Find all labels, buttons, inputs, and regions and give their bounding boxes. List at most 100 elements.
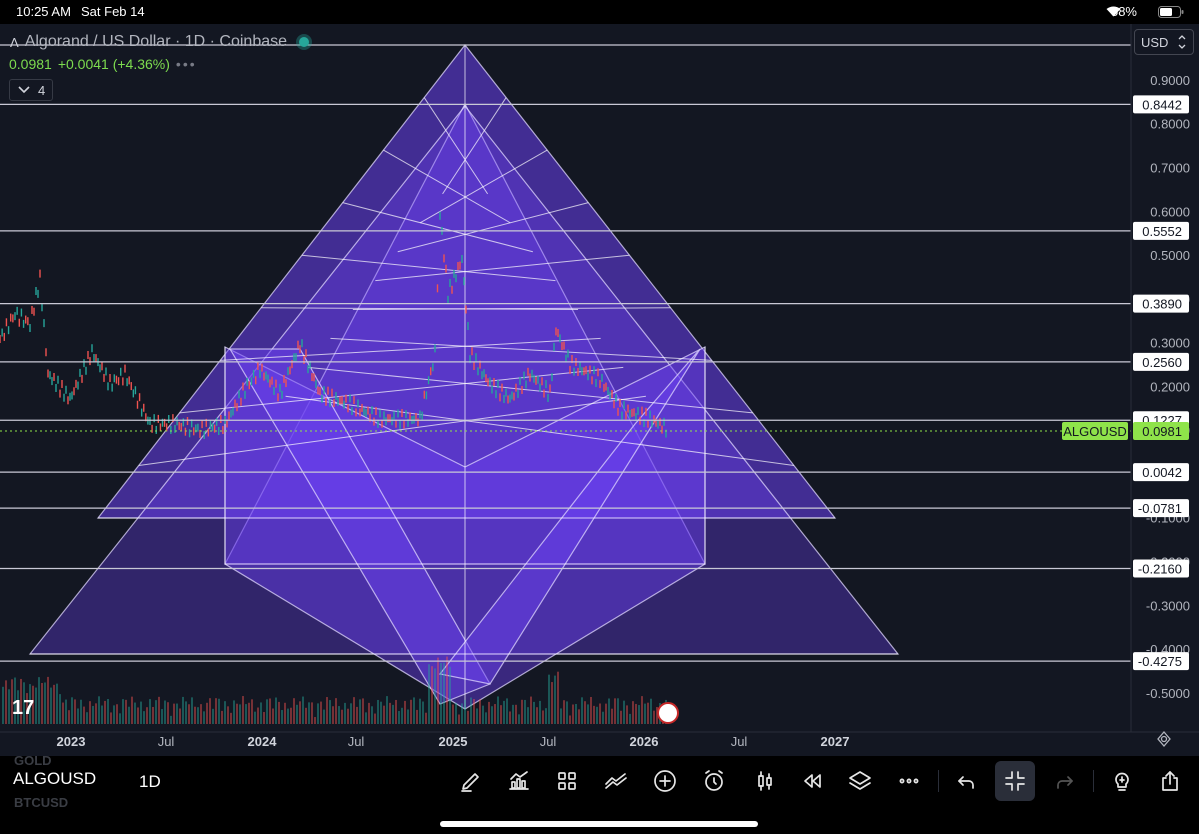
axis-settings-button[interactable] — [1153, 731, 1175, 753]
volume-bar — [212, 708, 214, 724]
volume-bar — [191, 697, 193, 724]
volume-bar — [338, 706, 340, 724]
volume-bar — [437, 657, 439, 724]
volume-bar — [95, 703, 97, 724]
x-tick-label: 2026 — [630, 734, 659, 749]
layout-icon[interactable] — [552, 766, 582, 796]
x-tick-label: Jul — [348, 734, 365, 749]
volume-bar — [413, 697, 415, 724]
layers-icon[interactable] — [845, 766, 875, 796]
prev-symbol[interactable]: GOLD — [14, 753, 52, 768]
price-axis[interactable]: 0.90000.80000.70000.60000.50000.40000.30… — [1062, 24, 1199, 732]
gann-pyramid-drawing[interactable] — [28, 44, 900, 710]
volume-bar — [542, 710, 544, 724]
chart-type-icon[interactable] — [750, 766, 780, 796]
volume-bar — [455, 702, 457, 724]
more-dots-icon[interactable]: ••• — [176, 56, 197, 72]
volume-bar — [587, 704, 589, 724]
volume-bar — [440, 662, 442, 724]
volume-bar — [167, 702, 169, 724]
volume-bar — [653, 710, 655, 724]
volume-bar — [137, 707, 139, 724]
market-status-icon[interactable] — [299, 37, 310, 47]
add-icon[interactable] — [650, 766, 680, 796]
volume-bar — [326, 697, 328, 724]
alert-icon[interactable] — [699, 766, 729, 796]
tradingview-logo-icon[interactable]: 17 — [12, 697, 34, 719]
more-icon[interactable] — [894, 766, 924, 796]
volume-bar — [548, 674, 550, 724]
indicators-collapse-button[interactable]: 4 — [9, 79, 53, 101]
share-icon[interactable] — [1155, 766, 1185, 796]
interval-button[interactable]: 1D — [139, 772, 161, 792]
indicators-icon[interactable] — [504, 766, 534, 796]
volume-bar — [524, 699, 526, 724]
replay-icon[interactable] — [797, 766, 827, 796]
volume-bar — [422, 701, 424, 724]
volume-bar — [242, 696, 244, 724]
volume-bar — [347, 708, 349, 724]
volume-bar — [164, 700, 166, 724]
battery-icon — [1158, 6, 1184, 18]
volume-bar — [206, 702, 208, 724]
volume-bar — [311, 702, 313, 724]
chart-canvas[interactable]: 0.90000.80000.70000.60000.50000.40000.30… — [0, 24, 1199, 756]
home-indicator[interactable] — [440, 821, 758, 827]
volume-bar — [482, 705, 484, 724]
volume-bar — [8, 689, 10, 724]
volume-bar — [122, 699, 124, 724]
volume-bar — [224, 701, 226, 724]
volume-bar — [560, 708, 562, 724]
volume-bar — [50, 687, 52, 724]
us-flag-event-icon[interactable] — [657, 702, 679, 724]
wifi-icon — [1106, 6, 1121, 17]
volume-bar — [512, 704, 514, 724]
volume-bar — [287, 708, 289, 724]
volume-bar — [278, 701, 280, 724]
volume-bar — [419, 698, 421, 724]
volume-bar — [416, 709, 418, 724]
symbol-switcher[interactable]: GOLD ALGOUSD BTCUSD — [13, 751, 123, 811]
level-label: 0.3890 — [1142, 297, 1182, 312]
volume-bar — [647, 702, 649, 724]
compare-icon[interactable] — [601, 766, 631, 796]
next-symbol[interactable]: BTCUSD — [14, 795, 68, 810]
draw-icon[interactable] — [456, 766, 486, 796]
volume-bar — [620, 710, 622, 724]
redo-icon[interactable] — [1050, 766, 1080, 796]
level-label: 0.2560 — [1142, 355, 1182, 370]
volume-bar — [176, 703, 178, 724]
undo-icon[interactable] — [951, 766, 981, 796]
volume-bar — [197, 707, 199, 724]
currency-select[interactable]: USD — [1134, 29, 1194, 55]
volume-bar — [644, 703, 646, 724]
volume-bar — [332, 706, 334, 724]
volume-bar — [584, 701, 586, 724]
volume-bar — [239, 704, 241, 724]
level-label: 0.8442 — [1142, 97, 1182, 112]
ideas-icon[interactable] — [1107, 766, 1137, 796]
x-tick-label: 2023 — [57, 734, 86, 749]
volume-bar — [161, 709, 163, 724]
volume-bar — [170, 715, 172, 724]
volume-bar — [104, 700, 106, 724]
volume-bar — [62, 702, 64, 724]
volume-bar — [107, 698, 109, 724]
volume-bar — [65, 699, 67, 724]
chevron-down-icon — [1178, 35, 1186, 49]
volume-bar — [479, 699, 481, 724]
volume-bar — [299, 701, 301, 724]
legend-title[interactable]: Ʌ Algorand / US Dollar · 1D · Coinbase — [10, 33, 310, 51]
volume-bar — [626, 705, 628, 724]
volume-bar — [404, 700, 406, 724]
volume-bar — [539, 700, 541, 724]
volume-bar — [182, 696, 184, 724]
volume-bar — [572, 704, 574, 724]
volume-bar — [452, 704, 454, 724]
volume-bar — [47, 676, 49, 724]
volume-bar — [650, 698, 652, 724]
fullscreen-exit-icon[interactable] — [995, 761, 1035, 801]
volume-bar — [566, 701, 568, 724]
volume-bar — [533, 701, 535, 724]
current-symbol[interactable]: ALGOUSD — [13, 769, 96, 789]
